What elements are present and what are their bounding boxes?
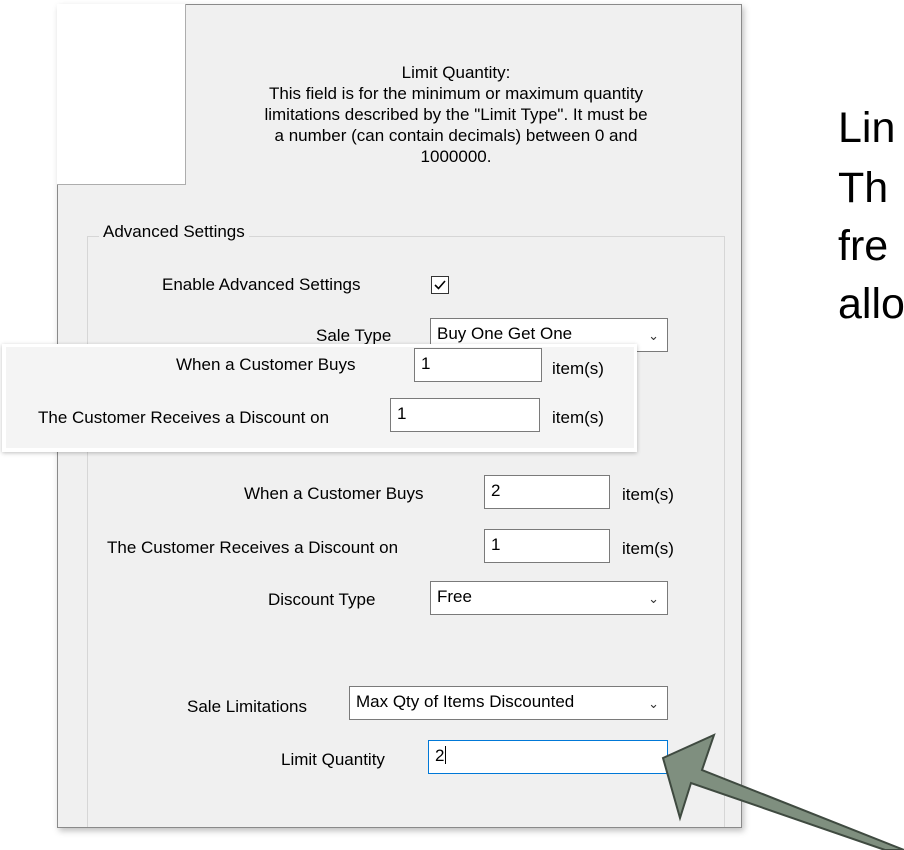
- callout-arrow-icon: [661, 733, 904, 850]
